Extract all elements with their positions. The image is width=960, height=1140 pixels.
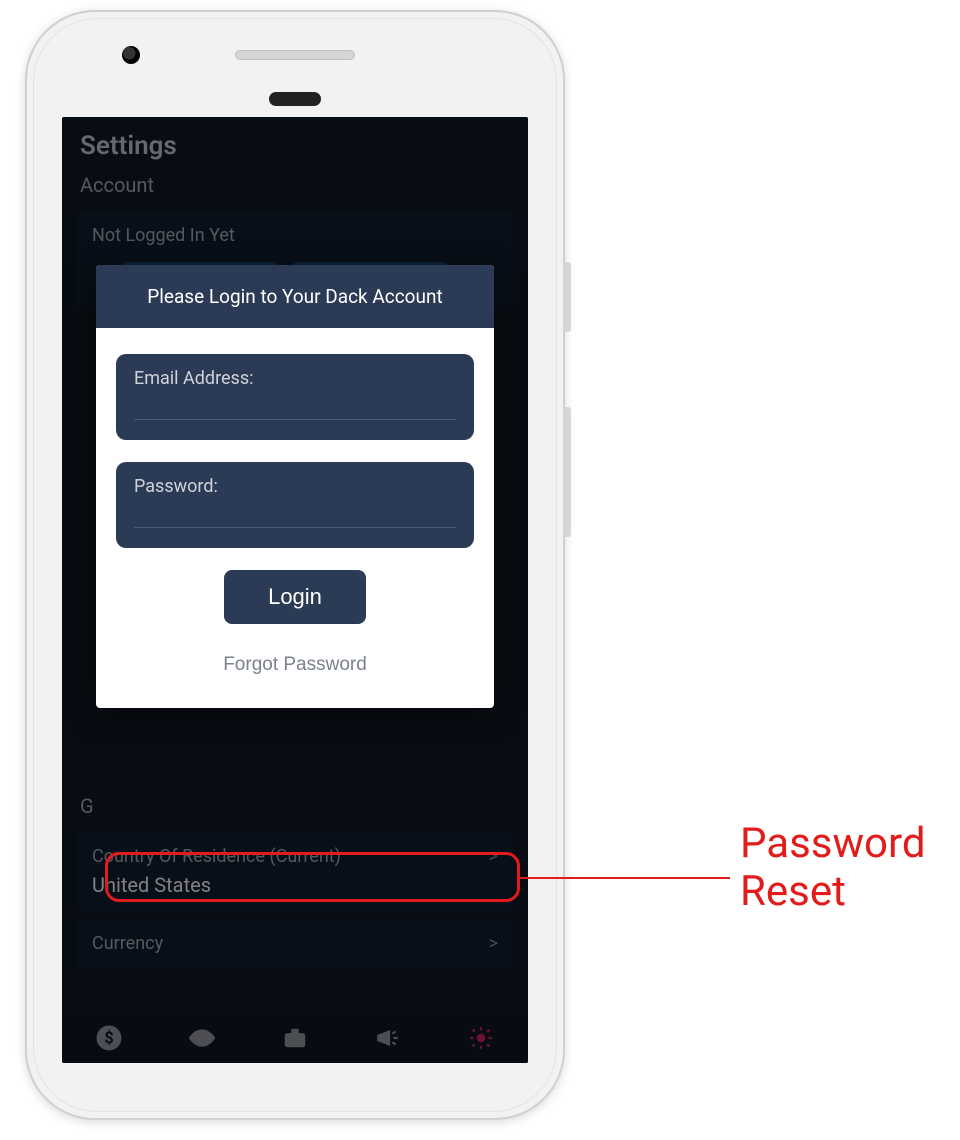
phone-frame: Settings Account Not Logged In Yet G > C…: [25, 10, 565, 1120]
login-modal: Please Login to Your Dack Account Email …: [96, 265, 494, 708]
megaphone-icon[interactable]: [374, 1024, 402, 1052]
app-screen: Settings Account Not Logged In Yet G > C…: [62, 117, 528, 1063]
currency-row[interactable]: > Currency: [76, 919, 514, 968]
volume-button: [563, 407, 571, 537]
login-button[interactable]: Login: [224, 570, 366, 624]
forgot-password-link[interactable]: Forgot Password: [116, 640, 474, 684]
password-field[interactable]: Password:: [116, 462, 474, 548]
bottom-nav: $: [62, 1013, 528, 1063]
annotation-leader-line: [520, 877, 730, 879]
login-status-text: Not Logged In Yet: [92, 225, 235, 246]
gear-icon[interactable]: [467, 1024, 495, 1052]
annotation-highlight: [105, 852, 520, 902]
email-field[interactable]: Email Address:: [116, 354, 474, 440]
password-label: Password:: [134, 476, 456, 497]
front-camera: [122, 46, 140, 64]
modal-title: Please Login to Your Dack Account: [96, 265, 494, 328]
svg-text:$: $: [104, 1028, 113, 1047]
annotation-label: Password Reset: [740, 820, 926, 917]
email-label: Email Address:: [134, 368, 456, 389]
currency-label: Currency: [92, 933, 498, 954]
speaker-grill: [235, 50, 355, 60]
money-icon[interactable]: $: [95, 1024, 123, 1052]
page-title: Settings: [62, 117, 528, 167]
section-account-label: Account: [62, 167, 528, 203]
section-general-label: G: [62, 794, 528, 824]
chevron-right-icon: >: [489, 933, 498, 954]
briefcase-icon[interactable]: [281, 1024, 309, 1052]
power-button: [563, 262, 571, 332]
eye-icon[interactable]: [188, 1024, 216, 1052]
proximity-sensor: [269, 92, 321, 106]
